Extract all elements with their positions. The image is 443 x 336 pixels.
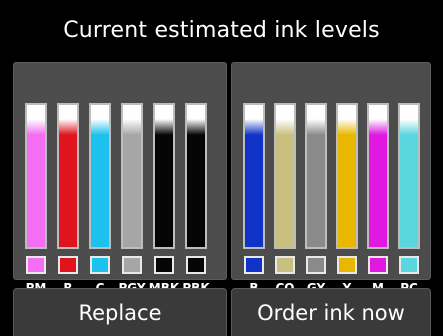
ink-color-swatch <box>244 256 264 274</box>
ink-color-swatch <box>90 256 110 274</box>
ink-level-fill <box>400 119 418 247</box>
ink-level-tube <box>153 103 175 249</box>
ink-level-fill <box>338 119 356 247</box>
ink-level-fill <box>307 119 325 247</box>
ink-level-tube <box>398 103 420 249</box>
screen-title: Current estimated ink levels <box>63 18 380 43</box>
ink-fill-highlight <box>187 119 205 135</box>
ink-color-swatch <box>368 256 388 274</box>
ink-panel-left: PMRCPGYMBKPBK <box>13 62 227 295</box>
ink-level-fill <box>91 119 109 247</box>
ink-level-tube <box>57 103 79 249</box>
ink-level-fill <box>276 119 294 247</box>
ink-fill-highlight <box>400 119 418 135</box>
ink-color-swatch <box>275 256 295 274</box>
ink-fill-highlight <box>123 119 141 135</box>
ink-color-swatch <box>154 256 174 274</box>
ink-level-tube <box>336 103 358 249</box>
ink-level-fill <box>123 119 141 247</box>
ink-panel-right: BCOGYYMPC <box>231 62 431 295</box>
ink-level-tube <box>305 103 327 249</box>
ink-level-tube <box>243 103 265 249</box>
ink-level-tube <box>274 103 296 249</box>
ink-level-fill <box>245 119 263 247</box>
ink-level-fill <box>27 119 45 247</box>
ink-level-tube <box>185 103 207 249</box>
ink-color-swatch <box>122 256 142 274</box>
ink-fill-highlight <box>245 119 263 135</box>
ink-color-swatch <box>58 256 78 274</box>
ink-level-fill <box>59 119 77 247</box>
ink-fill-highlight <box>155 119 173 135</box>
ink-fill-highlight <box>27 119 45 135</box>
ink-color-swatch <box>186 256 206 274</box>
ink-color-swatch <box>26 256 46 274</box>
ink-fill-highlight <box>276 119 294 135</box>
order-ink-now-button[interactable]: Order ink now <box>231 288 431 336</box>
ink-color-swatch <box>399 256 419 274</box>
ink-level-fill <box>369 119 387 247</box>
ink-level-tube <box>367 103 389 249</box>
ink-color-swatch <box>337 256 357 274</box>
ink-level-fill <box>187 119 205 247</box>
ink-level-tube <box>121 103 143 249</box>
ink-color-swatch <box>306 256 326 274</box>
ink-levels-screen: Current estimated ink levels PMRCPGYMBKP… <box>0 0 443 336</box>
ink-level-tube <box>25 103 47 249</box>
ink-level-fill <box>155 119 173 247</box>
ink-fill-highlight <box>307 119 325 135</box>
ink-fill-highlight <box>338 119 356 135</box>
ink-level-tube <box>89 103 111 249</box>
ink-fill-highlight <box>369 119 387 135</box>
replace-button[interactable]: Replace <box>13 288 227 336</box>
ink-fill-highlight <box>91 119 109 135</box>
ink-fill-highlight <box>59 119 77 135</box>
